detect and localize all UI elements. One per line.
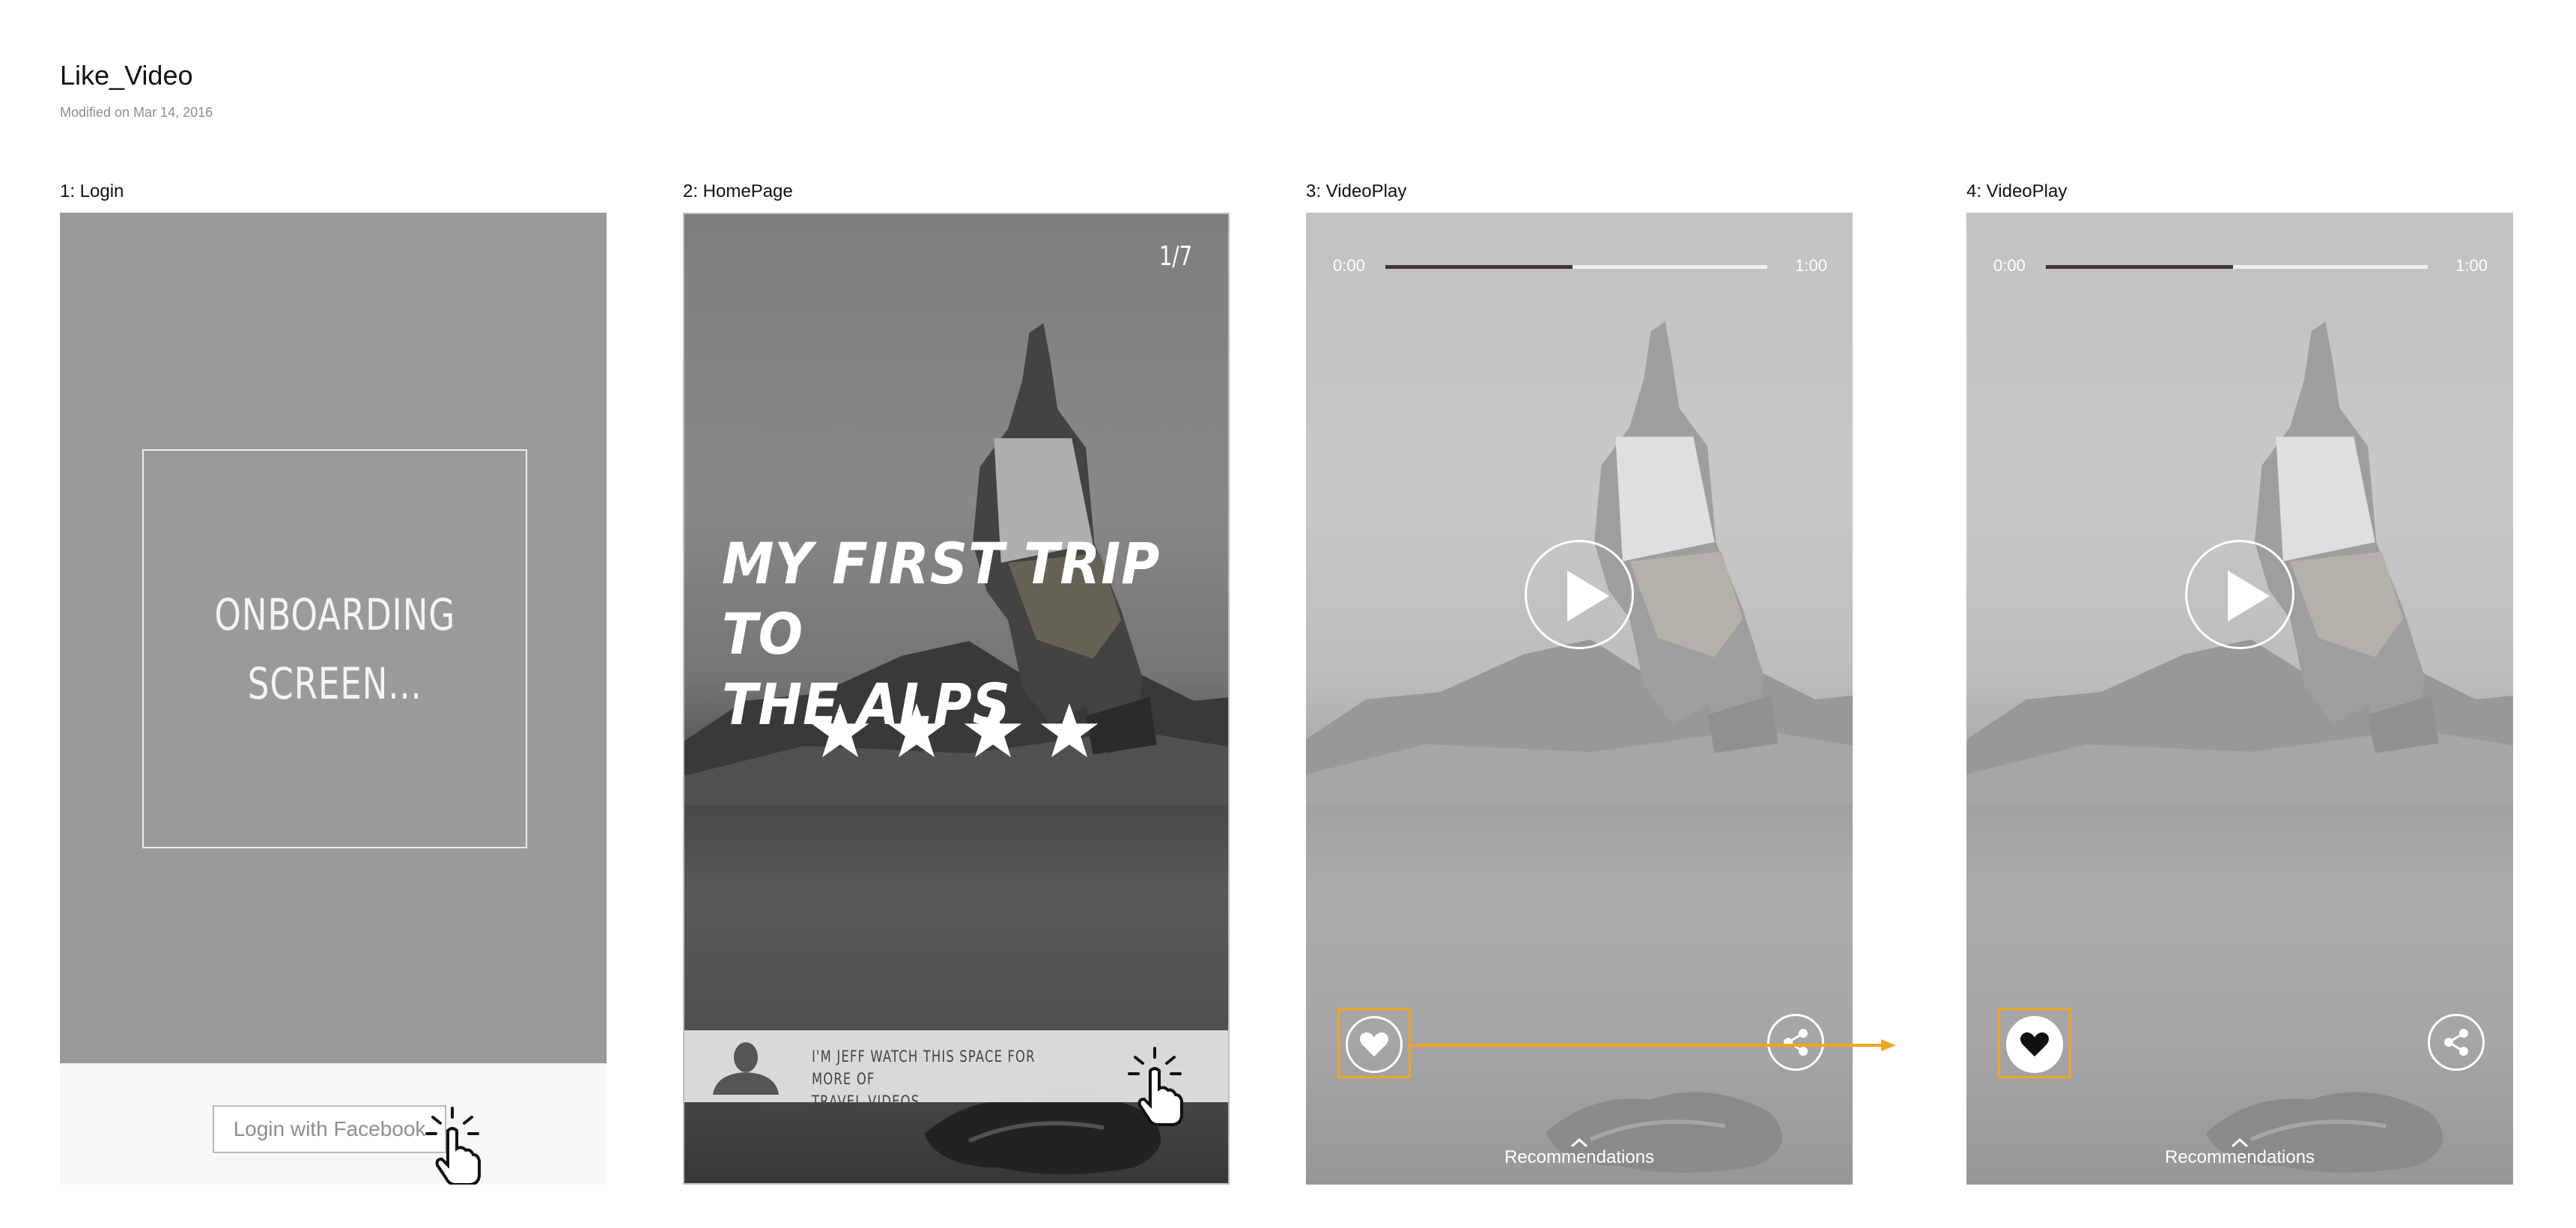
- like-button[interactable]: [1346, 1016, 1403, 1073]
- star-icon: [1040, 703, 1099, 758]
- recommendations-link[interactable]: Recommendations: [1306, 1147, 1853, 1168]
- creator-banner[interactable]: I'M JEFF WATCH THIS SPACE FOR MORE OF TR…: [684, 1030, 1228, 1126]
- play-button[interactable]: [1525, 540, 1634, 649]
- tap-cursor-icon: [1128, 1047, 1183, 1126]
- login-facebook-button[interactable]: Login with Facebook: [213, 1105, 446, 1153]
- time-current: 0:00: [1993, 256, 2026, 275]
- time-current: 0:00: [1333, 256, 1365, 275]
- like-highlight: [1998, 1008, 2071, 1078]
- banner-text: I'M JEFF WATCH THIS SPACE FOR MORE OF TR…: [812, 1048, 1036, 1110]
- screen-label-videoplay-2: 4: VideoPlay: [1966, 181, 2068, 201]
- progress-track[interactable]: [1385, 265, 1767, 269]
- videoplay-screen-2: 0:00 1:00 Recommendations: [1966, 213, 2513, 1185]
- onboarding-text: ONBOARDING SCREEN...: [214, 589, 455, 709]
- heart-icon: [1360, 1032, 1388, 1057]
- page-counter: 1/7: [1158, 241, 1192, 272]
- recommendations-link[interactable]: Recommendations: [1966, 1147, 2513, 1168]
- chevron-up-icon: [1570, 1138, 1588, 1147]
- flow-arrow: [1409, 1039, 1896, 1051]
- share-icon: [2444, 1029, 2468, 1056]
- screen-label-videoplay-1: 3: VideoPlay: [1306, 181, 1407, 201]
- star-icon: [811, 703, 869, 758]
- share-button[interactable]: [2428, 1014, 2485, 1071]
- page-title: Like_Video: [60, 60, 193, 91]
- screen-label-login: 1: Login: [60, 181, 124, 201]
- person-silhouette-icon: [713, 1042, 779, 1095]
- modified-date: Modified on Mar 14, 2016: [60, 105, 213, 120]
- screen-label-homepage: 2: HomePage: [683, 181, 793, 201]
- time-total: 1:00: [2455, 256, 2488, 275]
- like-button[interactable]: [2006, 1016, 2063, 1073]
- star-icon: [964, 703, 1022, 758]
- video-progress[interactable]: 0:00 1:00: [1993, 256, 2488, 279]
- progress-track[interactable]: [2046, 265, 2428, 269]
- homepage-screen: 1/7 MY FIRST TRIP TO THE ALPS I'M JEFF W…: [683, 213, 1230, 1185]
- login-screen: ONBOARDING SCREEN... Login with Facebook: [60, 213, 607, 1185]
- star-icon: [887, 703, 946, 758]
- progress-fill: [1385, 265, 1573, 269]
- progress-fill: [2046, 265, 2233, 269]
- onboarding-placeholder: ONBOARDING SCREEN...: [142, 449, 527, 848]
- play-icon: [1567, 571, 1609, 621]
- play-icon: [2228, 571, 2270, 621]
- chevron-up-icon: [2231, 1138, 2249, 1147]
- video-progress[interactable]: 0:00 1:00: [1333, 256, 1827, 279]
- rating-stars: [810, 701, 1099, 761]
- heart-icon: [2020, 1032, 2049, 1057]
- time-total: 1:00: [1795, 256, 1827, 275]
- play-button[interactable]: [2185, 540, 2294, 649]
- like-highlight: [1337, 1008, 1411, 1078]
- tap-cursor-icon: [425, 1107, 481, 1185]
